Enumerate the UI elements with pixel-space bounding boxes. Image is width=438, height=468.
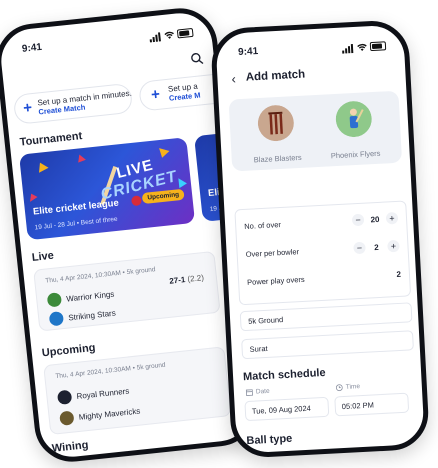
team-row: Mighty Mavericks xyxy=(59,404,141,426)
time-field[interactable]: 05:02 PM xyxy=(334,392,410,417)
over-per-bowler-row: Over per bowler − 2 + xyxy=(245,238,400,262)
live-match-card[interactable]: Thu, 4 Apr 2024, 10:30AM • 5k ground War… xyxy=(33,250,221,332)
batsman-icon xyxy=(335,101,372,138)
minus-button[interactable]: − xyxy=(351,213,365,227)
tournament-banner[interactable]: LIVE CRICKET Elite cricket league 19 Jul… xyxy=(19,137,196,241)
battery-icon xyxy=(176,27,194,39)
over-per-bowler-stepper: − 2 + xyxy=(353,239,400,255)
city-field[interactable]: Surat xyxy=(241,330,414,360)
team-row: Royal Runners xyxy=(56,384,130,405)
live-heading: Live xyxy=(31,249,55,264)
team-row: Striking Stars xyxy=(48,306,117,327)
team-a[interactable]: Blaze Blasters xyxy=(235,103,318,165)
match-settings-panel: No. of over − 20 + Over per bowler − 2 +… xyxy=(234,200,412,306)
ground-field[interactable]: 5k Ground xyxy=(239,302,413,332)
create-match-card[interactable]: + Set up a match in minutes. Create Matc… xyxy=(12,82,134,125)
field-label: Over per bowler xyxy=(245,246,300,259)
team-name: Striking Stars xyxy=(67,308,117,322)
team-logo xyxy=(56,389,73,405)
signal-icon xyxy=(342,42,355,54)
team-logo xyxy=(46,292,63,308)
team-logo xyxy=(59,410,75,426)
status-bar: 9:41 xyxy=(238,39,387,61)
team-b[interactable]: Phoenix Flyers xyxy=(313,99,396,161)
stumps-icon xyxy=(257,105,294,142)
power-play-row: Power play overs 2 xyxy=(247,266,402,290)
status-bar: 9:41 xyxy=(21,26,194,58)
plus-icon: + xyxy=(22,99,33,118)
plus-button[interactable]: + xyxy=(387,239,400,253)
status-time: 9:41 xyxy=(237,45,259,59)
match-info: Thu, 4 Apr 2024, 10:30AM • 5k ground xyxy=(45,266,156,285)
team-name: Warrior Kings xyxy=(65,289,115,304)
team-name: Blaze Blasters xyxy=(253,152,302,165)
winning-heading: Wining xyxy=(51,439,89,455)
schedule-heading: Match schedule xyxy=(242,366,326,384)
upcoming-heading: Upcoming xyxy=(41,341,97,360)
power-play-value[interactable]: 2 xyxy=(396,269,401,278)
upcoming-match-card[interactable]: Thu, 4 Apr 2024, 10:30AM • 5k ground Roy… xyxy=(43,346,232,435)
plus-button[interactable]: + xyxy=(385,211,399,225)
field-label: No. of over xyxy=(243,219,282,231)
stepper-value: 2 xyxy=(374,242,379,252)
team-row: Warrior Kings xyxy=(46,287,115,308)
ball-type-heading: Ball type xyxy=(246,432,293,448)
overs-row: No. of over − 20 + xyxy=(244,210,399,234)
signal-icon xyxy=(149,30,162,43)
clock-icon xyxy=(335,384,343,392)
date-field[interactable]: Tue, 09 Aug 2024 xyxy=(244,396,330,422)
teams-versus-card: Blaze Blasters Phoenix Flyers xyxy=(228,90,403,172)
tournament-heading: Tournament xyxy=(19,130,83,149)
team-logo xyxy=(48,311,65,327)
time-label: Time xyxy=(335,383,360,392)
status-icons xyxy=(149,27,194,43)
team-name: Phoenix Flyers xyxy=(330,148,381,161)
team-name: Mighty Mavericks xyxy=(78,405,141,422)
wifi-icon xyxy=(357,43,367,51)
status-time: 9:41 xyxy=(21,41,43,55)
field-label: Power play overs xyxy=(246,274,305,287)
calendar-icon xyxy=(245,389,254,396)
back-arrow-icon[interactable]: ‹ xyxy=(231,71,236,86)
search-icon[interactable] xyxy=(189,51,204,66)
stepper-value: 20 xyxy=(370,214,380,224)
overs-stepper: − 20 + xyxy=(351,211,399,227)
add-match-phone: 9:41 ‹ Add match Blaze Blasters Phoenix … xyxy=(209,19,431,459)
plus-icon: + xyxy=(150,85,161,104)
battery-icon xyxy=(369,41,387,52)
match-info: Thu, 4 Apr 2024, 10:30AM • 5k ground xyxy=(55,361,166,381)
team-name: Royal Runners xyxy=(76,386,130,401)
create-match-link[interactable]: Create M xyxy=(168,90,200,102)
app-header: ‹ Add match xyxy=(231,61,392,87)
minus-button[interactable]: − xyxy=(353,241,366,255)
page-title: Add match xyxy=(245,68,306,84)
date-label: Date xyxy=(245,388,270,396)
score: 27-1 (2.2) xyxy=(168,273,205,286)
wifi-icon xyxy=(164,31,174,39)
status-icons xyxy=(342,40,387,54)
